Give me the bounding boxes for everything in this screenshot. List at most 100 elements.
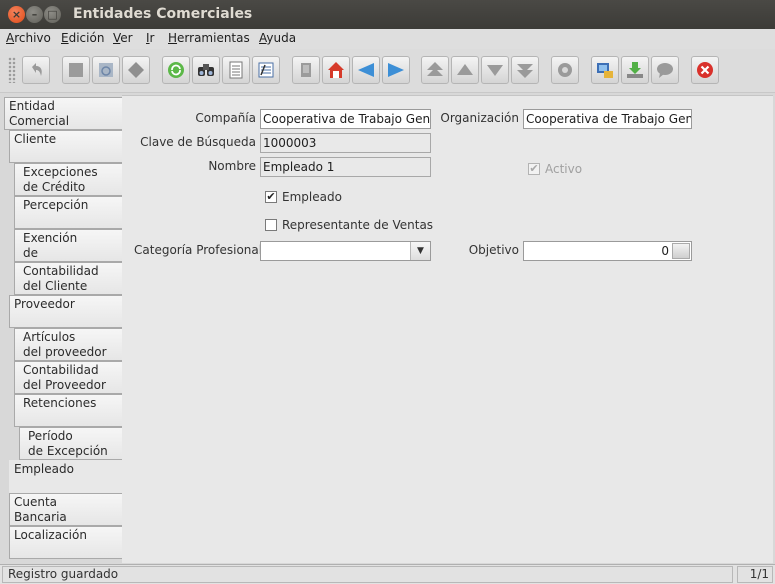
history-icon [229,61,243,79]
organization-label: Organización [440,111,519,125]
tab-label-line2: de Excepción [28,444,108,458]
export-icon [627,62,643,78]
previous-icon [358,63,374,77]
copy-record-icon [99,63,113,77]
export-button[interactable] [621,56,649,84]
tab-label: Percepción [23,198,89,212]
refresh-icon [168,62,184,78]
find-button[interactable] [192,56,220,84]
tab-retenciones[interactable]: Retenciones [14,394,122,427]
next-record-button[interactable] [481,56,509,84]
employee-label: Empleado [282,190,342,204]
tab-excepciones-de-credito[interactable]: Excepciones de Crédito [14,163,122,196]
home-button[interactable] [322,56,350,84]
toolbar [0,49,775,93]
company-label: Compañía [195,111,256,125]
tab-entidad-comercial[interactable]: Entidad Comercial [4,97,122,130]
report-button[interactable] [591,56,619,84]
refresh-button[interactable] [162,56,190,84]
name-label: Nombre [208,159,256,173]
tab-label: Proveedor [14,297,75,311]
exit-icon [697,62,713,78]
previous-record-icon [457,64,473,75]
previous-button[interactable] [352,56,380,84]
checklist-icon [258,62,274,78]
tab-label-line1: Artículos [23,330,76,344]
tab-label-line1: Contabilidad [23,264,99,278]
tab-proveedor[interactable]: Proveedor [9,295,122,328]
tab-percepcion[interactable]: Percepción [14,196,122,229]
find-icon [198,64,214,76]
objective-field[interactable]: 0 [523,241,692,261]
tab-label-line1: Entidad [9,99,55,113]
tab-label-line2: del proveedor [23,345,107,359]
active-label: Activo [545,162,583,176]
undo-icon [32,63,42,76]
tab-label-line1: Cuenta [14,495,58,509]
active-checkbox[interactable]: ✔ [528,163,540,175]
tab-localizacion[interactable]: Localización [9,526,122,559]
title-bar: × – □ Entidades Comerciales [0,0,775,29]
tab-label-line2: Bancaria [14,510,67,524]
employee-form-panel: Compañía Cooperativa de Trabajo General … [122,95,773,563]
maximize-window-icon[interactable]: □ [44,6,61,23]
menu-ayuda[interactable]: Ayuda [259,31,296,45]
tab-contabilidad-del-proveedor[interactable]: Contabilidad del Proveedor [14,361,122,394]
first-record-icon [427,62,443,76]
exit-button[interactable] [691,56,719,84]
company-field[interactable]: Cooperativa de Trabajo General [260,109,431,129]
calculator-icon[interactable] [672,243,690,259]
last-record-icon [517,64,533,78]
next-button[interactable] [382,56,410,84]
window-title: Entidades Comerciales [73,6,253,22]
attachment-icon [301,63,311,77]
tab-exencion-de-percepciones[interactable]: Exención de Percepciones [14,229,122,275]
tab-label: Retenciones [23,396,97,410]
menu-edicion[interactable]: Edición [61,31,104,45]
professional-category-select[interactable]: ▼ [260,241,431,261]
tab-strip: Entidad Comercial Cliente Excepciones de… [0,95,122,563]
status-message: Registro guardado [2,566,733,583]
tab-cliente[interactable]: Cliente [9,130,122,163]
sales-rep-checkbox[interactable] [265,219,277,231]
search-key-field[interactable]: 1000003 [260,133,431,153]
new-record-icon [69,63,83,77]
home-icon [328,62,344,78]
workflow-button[interactable] [551,56,579,84]
last-record-button[interactable] [511,56,539,84]
attachment-button[interactable] [292,56,320,84]
chat-icon [657,63,673,78]
new-record-button[interactable] [62,56,90,84]
menu-ver[interactable]: Ver [113,31,133,45]
menu-archivo[interactable]: Archivo [6,31,51,45]
delete-record-button[interactable] [122,56,150,84]
chat-button[interactable] [651,56,679,84]
checklist-button[interactable] [252,56,280,84]
next-icon [388,63,404,77]
tab-cuenta-bancaria[interactable]: Cuenta Bancaria [9,493,122,526]
tab-empleado[interactable]: Empleado [9,460,122,493]
employee-checkbox[interactable]: ✔ [265,191,277,203]
tab-periodo-de-excepcion[interactable]: Período de Excepción [19,427,122,460]
minimize-window-icon[interactable]: – [26,6,43,23]
tab-label-line1: Contabilidad [23,363,99,377]
history-button[interactable] [222,56,250,84]
first-record-button[interactable] [421,56,449,84]
sales-rep-label: Representante de Ventas [282,218,434,232]
undo-button[interactable] [22,56,50,84]
copy-record-button[interactable] [92,56,120,84]
toolbar-grip[interactable] [8,57,16,83]
next-record-icon [487,65,503,76]
tab-articulos-del-proveedor[interactable]: Artículos del proveedor [14,328,122,361]
tab-label: Cliente [14,132,57,146]
close-window-icon[interactable]: × [8,6,25,23]
name-field[interactable]: Empleado 1 [260,157,431,177]
menu-ir[interactable]: Ir [146,31,154,45]
record-count: 1/1 [737,566,773,583]
previous-record-button[interactable] [451,56,479,84]
tab-label-line1: Exención [23,231,78,245]
tab-contabilidad-del-cliente[interactable]: Contabilidad del Cliente [14,262,122,295]
organization-field[interactable]: Cooperativa de Trabajo General [523,109,692,129]
objective-label: Objetivo [468,243,519,257]
menu-herramientas[interactable]: Herramientas [168,31,250,45]
